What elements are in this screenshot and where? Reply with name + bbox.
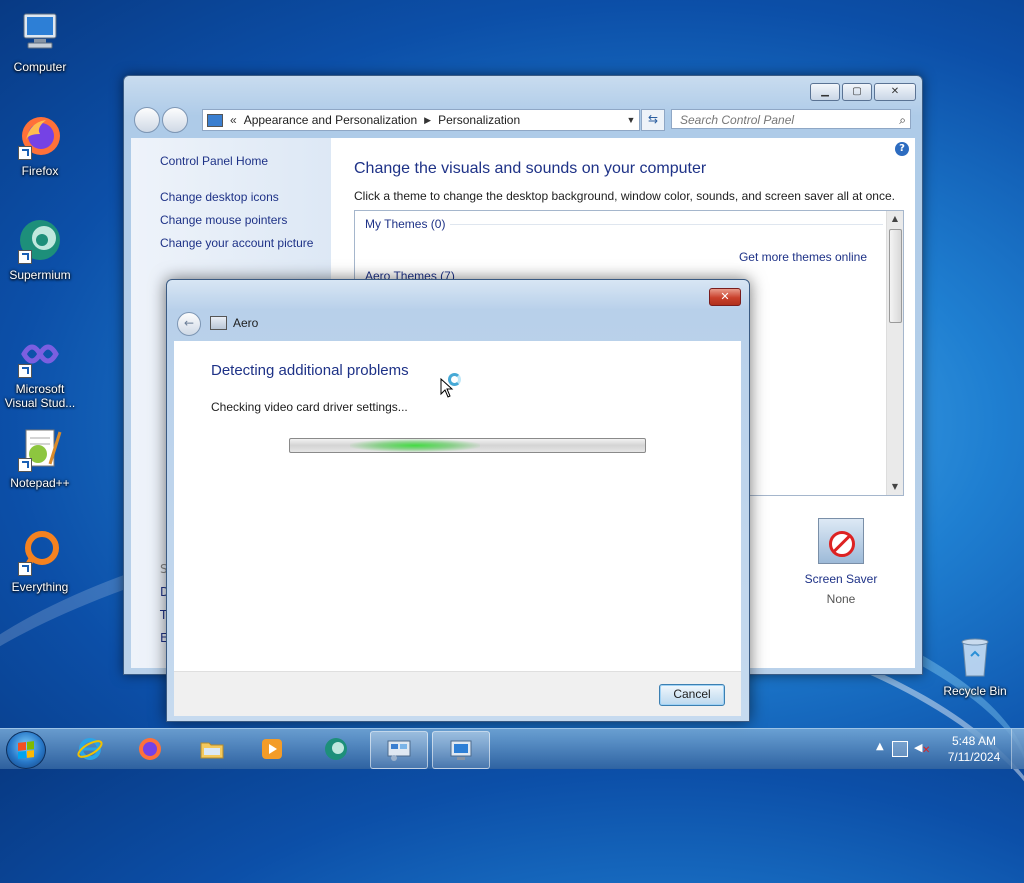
network-icon[interactable] xyxy=(892,741,908,757)
desktop-icon-supermium[interactable]: Supermium xyxy=(0,216,80,282)
page-subtitle: Click a theme to change the desktop back… xyxy=(354,189,895,203)
media-player-icon xyxy=(262,739,282,759)
taskbar: ▲ ◀ ✕ 5:48 AM 7/11/2024 xyxy=(0,728,1024,769)
progress-bar xyxy=(289,438,646,453)
desktop-icon-label: Microsoft Visual Stud... xyxy=(4,382,76,410)
chevron-down-icon[interactable]: ▼ xyxy=(623,115,639,125)
page-title: Change the visuals and sounds on your co… xyxy=(354,160,707,177)
shortcut-arrow-icon xyxy=(18,458,32,472)
taskbar-internet-explorer[interactable] xyxy=(62,731,118,767)
clock[interactable]: 5:48 AM 7/11/2024 xyxy=(934,733,1014,765)
forward-button[interactable] xyxy=(162,107,188,133)
screen-saver-icon xyxy=(818,518,864,564)
taskbar-firefox[interactable] xyxy=(122,731,178,767)
clock-date: 7/11/2024 xyxy=(947,750,1001,764)
screen-saver-setting[interactable]: Screen Saver None xyxy=(791,518,891,606)
maximize-button[interactable]: ▢ xyxy=(842,83,872,101)
dialog-status-text: Checking video card driver settings... xyxy=(211,400,408,414)
dialog-back-button[interactable]: ← xyxy=(177,312,201,336)
back-button[interactable] xyxy=(134,107,160,133)
visual-studio-icon xyxy=(16,330,64,378)
dialog-footer: Cancel xyxy=(174,671,741,716)
window-caption-buttons: ▁ ▢ ✕ xyxy=(810,83,916,101)
troubleshooter-icon xyxy=(450,740,472,760)
show-desktop-button[interactable] xyxy=(1011,729,1024,769)
notification-area: ▲ ◀ ✕ 5:48 AM 7/11/2024 xyxy=(864,729,1024,769)
dialog-heading: Detecting additional problems xyxy=(211,362,409,379)
themes-scrollbar[interactable]: ▲ ▼ xyxy=(886,211,903,495)
taskbar-control-panel[interactable] xyxy=(370,731,428,769)
shortcut-arrow-icon xyxy=(18,562,32,576)
scroll-down-icon[interactable]: ▼ xyxy=(887,479,903,495)
search-icon[interactable]: ⌕ xyxy=(899,110,906,130)
folder-icon xyxy=(200,742,224,759)
desktop-icon-label: Computer xyxy=(13,60,67,74)
address-bar[interactable]: « Appearance and Personalization ▶ Perso… xyxy=(202,109,640,131)
refresh-button[interactable]: ⇆ xyxy=(641,109,665,131)
breadcrumb-overflow[interactable]: « xyxy=(230,113,237,127)
everything-icon xyxy=(16,528,64,576)
taskbar-media-player[interactable] xyxy=(244,731,300,767)
internet-explorer-icon xyxy=(77,738,103,760)
supermium-icon xyxy=(325,738,347,760)
control-panel-icon xyxy=(387,740,411,761)
volume-muted-icon[interactable]: ◀ ✕ xyxy=(914,741,930,756)
desktop-icon-label: Recycle Bin xyxy=(943,684,1007,698)
dialog-content: Detecting additional problems Checking v… xyxy=(174,341,741,671)
close-button[interactable]: ✕ xyxy=(874,83,916,101)
scroll-up-icon[interactable]: ▲ xyxy=(887,211,903,227)
desktop-icon-label: Firefox xyxy=(21,164,59,178)
minimize-button[interactable]: ▁ xyxy=(810,83,840,101)
shortcut-arrow-icon xyxy=(18,250,32,264)
help-icon[interactable]: ? xyxy=(895,142,909,156)
windows-logo-icon xyxy=(18,741,34,759)
progress-marquee xyxy=(350,439,480,452)
taskbar-windows-explorer[interactable] xyxy=(184,731,240,767)
show-hidden-icons-icon[interactable]: ▲ xyxy=(876,741,884,752)
shortcut-arrow-icon xyxy=(18,364,32,378)
dialog-title: Aero xyxy=(233,316,259,330)
desktop-icon-label: Everything xyxy=(11,580,69,594)
firefox-icon xyxy=(139,738,161,760)
taskbar-aero-troubleshooter[interactable] xyxy=(432,731,490,769)
cancel-button[interactable]: Cancel xyxy=(659,684,725,706)
busy-spinner-icon xyxy=(448,373,461,386)
group-my-themes: My Themes (0) xyxy=(365,217,446,231)
link-change-account-picture[interactable]: Change your account picture xyxy=(160,236,313,250)
screen-saver-label: Screen Saver xyxy=(804,572,878,586)
desktop-icon-label: Supermium xyxy=(9,268,71,282)
desktop-icon-firefox[interactable]: Firefox xyxy=(0,112,80,178)
search-input[interactable]: Search Control Panel ⌕ xyxy=(671,109,911,129)
link-get-more-themes[interactable]: Get more themes online xyxy=(739,250,867,264)
desktop-icon-notepadpp[interactable]: Notepad++ xyxy=(0,424,80,490)
search-placeholder: Search Control Panel xyxy=(680,113,795,127)
screen-saver-value: None xyxy=(826,592,856,606)
breadcrumb-appearance[interactable]: Appearance and Personalization xyxy=(244,113,417,127)
computer-icon xyxy=(16,8,64,56)
desktop-icon-recycle-bin[interactable]: Recycle Bin xyxy=(935,632,1015,698)
clock-time: 5:48 AM xyxy=(951,734,997,748)
control-panel-small-icon xyxy=(207,113,223,127)
desktop-icon-label: Notepad++ xyxy=(10,476,70,490)
breadcrumb-separator-icon: ▶ xyxy=(424,114,432,125)
link-change-mouse-pointers[interactable]: Change mouse pointers xyxy=(160,213,287,227)
group-divider xyxy=(450,224,883,225)
shortcut-arrow-icon xyxy=(18,146,32,160)
dialog-close-button[interactable]: ✕ xyxy=(709,288,741,306)
link-change-desktop-icons[interactable]: Change desktop icons xyxy=(160,190,279,204)
desktop-icon-everything[interactable]: Everything xyxy=(0,528,80,594)
recycle-bin-icon xyxy=(951,632,999,680)
desktop-icon-computer[interactable]: Computer xyxy=(0,8,80,74)
start-button[interactable] xyxy=(6,731,46,769)
troubleshooter-app-icon xyxy=(210,316,227,330)
supermium-icon xyxy=(16,216,64,264)
notepadpp-icon xyxy=(16,424,64,472)
taskbar-supermium[interactable] xyxy=(308,731,364,767)
scroll-thumb[interactable] xyxy=(889,229,902,323)
firefox-icon xyxy=(16,112,64,160)
desktop-icon-visual-studio[interactable]: Microsoft Visual Stud... xyxy=(0,330,80,410)
aero-troubleshooter-dialog: ✕ ← Aero Detecting additional problems C… xyxy=(166,279,750,722)
breadcrumb-personalization[interactable]: Personalization xyxy=(438,113,520,127)
link-control-panel-home[interactable]: Control Panel Home xyxy=(160,154,268,168)
